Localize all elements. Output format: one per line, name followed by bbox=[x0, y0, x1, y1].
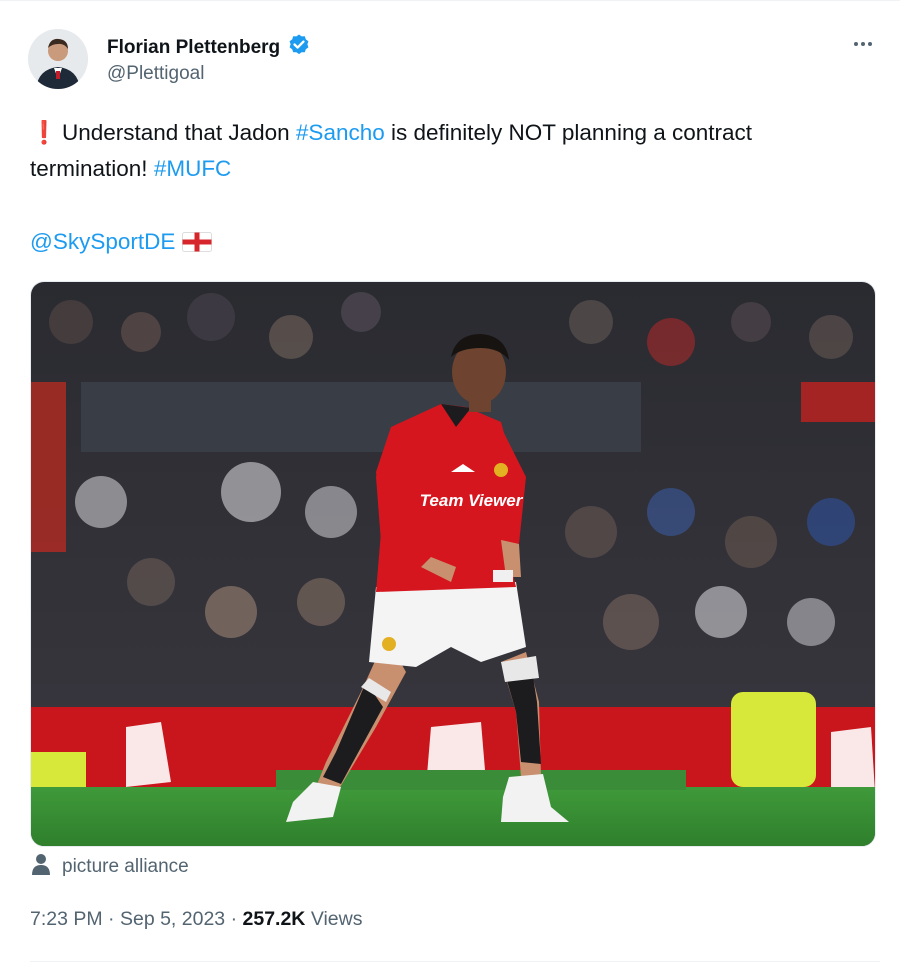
views-label: Views bbox=[310, 908, 363, 930]
exclamation-emoji: ❗ bbox=[30, 120, 59, 145]
tweet-text-line-2: termination! #MUFC bbox=[30, 151, 880, 187]
tweet-photo[interactable]: Team Viewer bbox=[30, 281, 876, 847]
more-options-button[interactable] bbox=[846, 31, 880, 57]
divider bbox=[30, 961, 880, 962]
tweet-date-link[interactable]: Sep 5, 2023 bbox=[120, 908, 225, 930]
tweet-text-line-1: ❗ Understand that Jadon #Sancho is defini… bbox=[30, 115, 880, 151]
meta-separator: · bbox=[108, 908, 115, 930]
author-name[interactable]: Florian Plettenberg bbox=[107, 37, 280, 59]
hashtag-sancho-link[interactable]: #Sancho bbox=[296, 120, 385, 145]
person-icon bbox=[30, 853, 52, 881]
tweet-time-link[interactable]: 7:23 PM bbox=[30, 908, 103, 930]
views-count: 257.2K bbox=[242, 908, 306, 930]
photo-credit: picture alliance bbox=[30, 853, 189, 881]
author-avatar[interactable] bbox=[28, 29, 88, 89]
more-dot-icon bbox=[861, 42, 865, 46]
england-flag-icon bbox=[182, 227, 213, 263]
tweet-text-segment: is definitely NOT planning a contract bbox=[384, 120, 753, 145]
meta-separator: · bbox=[230, 908, 238, 930]
author-handle[interactable]: @Plettigoal bbox=[107, 63, 204, 85]
more-dot-icon bbox=[854, 42, 858, 46]
tweet-metadata: 7:23 PM · Sep 5, 2023 · 257.2K Views bbox=[30, 908, 362, 931]
tweet-card: Florian Plettenberg @Plettigoal ❗ Underst… bbox=[0, 0, 900, 964]
player-photo: Team Viewer bbox=[31, 282, 875, 846]
photo-credit-text: picture alliance bbox=[62, 856, 189, 877]
verified-badge-icon bbox=[287, 33, 311, 62]
tweet-text-line-3: @SkySportDE bbox=[30, 224, 880, 263]
mention-skysportde-link[interactable]: @SkySportDE bbox=[30, 229, 175, 254]
more-dot-icon bbox=[868, 42, 872, 46]
tweet-text-segment: Understand that Jadon bbox=[62, 120, 296, 145]
tweet-text-segment: termination! bbox=[30, 156, 154, 181]
hashtag-mufc-link[interactable]: #MUFC bbox=[154, 156, 232, 181]
shirt-sponsor-text: Team Viewer bbox=[420, 491, 524, 510]
